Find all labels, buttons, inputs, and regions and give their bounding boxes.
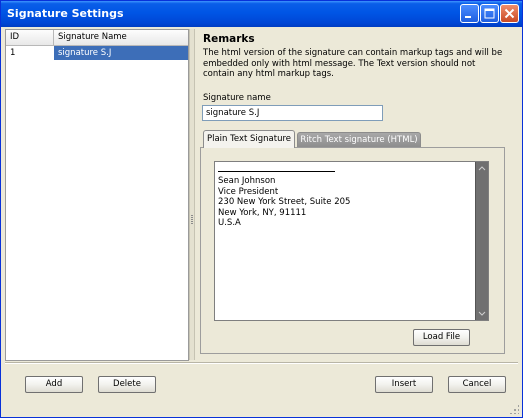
- maximize-icon: [484, 8, 495, 19]
- minimize-icon: [465, 16, 471, 18]
- window-title: Signature Settings: [7, 7, 124, 20]
- cell-id: 1: [10, 48, 16, 58]
- delete-button[interactable]: Delete: [98, 376, 156, 393]
- table-row[interactable]: 1 signature S.J: [6, 46, 188, 60]
- column-header-signature-name[interactable]: Signature Name: [54, 30, 188, 45]
- tab-plain-text-signature[interactable]: Plain Text Signature: [203, 130, 295, 148]
- maximize-button[interactable]: [480, 4, 499, 23]
- signature-line: New York, NY, 91111: [218, 207, 307, 218]
- remarks-heading: Remarks: [203, 33, 255, 45]
- splitter-grip-icon: [191, 215, 193, 225]
- add-button[interactable]: Add: [25, 376, 83, 393]
- close-icon: [504, 8, 515, 19]
- resize-grip-icon[interactable]: [509, 404, 519, 414]
- load-file-button[interactable]: Load File: [413, 329, 470, 346]
- scroll-up-icon[interactable]: [476, 163, 488, 173]
- signature-line: Vice President: [218, 186, 279, 197]
- footer-divider-highlight: [5, 363, 518, 364]
- signature-name-field[interactable]: signature S.J: [202, 105, 383, 121]
- close-button[interactable]: [500, 4, 519, 23]
- tab-rich-text-signature[interactable]: Ritch Text signature (HTML): [297, 132, 421, 147]
- signature-text-lines: Sean Johnson Vice President 230 New York…: [218, 176, 350, 229]
- signature-line: 230 New York Street, Suite 205: [218, 197, 351, 207]
- cell-signature-name: signature S.J: [54, 46, 188, 60]
- title-bar[interactable]: Signature Settings: [1, 1, 522, 27]
- insert-button[interactable]: Insert: [375, 376, 433, 393]
- signature-separator-line: [218, 171, 335, 172]
- scroll-down-icon[interactable]: [476, 309, 488, 319]
- split-pane-divider[interactable]: [189, 29, 195, 360]
- signature-name-label: Signature name: [203, 93, 271, 103]
- signature-settings-window: Signature Settings ID Signature Name 1 s…: [0, 0, 523, 418]
- signatures-table[interactable]: ID Signature Name 1 signature S.J: [5, 29, 189, 361]
- vertical-scrollbar[interactable]: [475, 162, 488, 320]
- signature-text-area[interactable]: Sean Johnson Vice President 230 New York…: [214, 161, 489, 321]
- table-header: ID Signature Name: [6, 30, 188, 46]
- column-header-id[interactable]: ID: [6, 30, 54, 45]
- signature-line: U.S.A: [218, 218, 241, 228]
- minimize-button[interactable]: [460, 4, 479, 23]
- cancel-button[interactable]: Cancel: [448, 376, 506, 393]
- remarks-text: The html version of the signature can co…: [203, 48, 503, 79]
- signature-line: Sean Johnson: [218, 176, 276, 186]
